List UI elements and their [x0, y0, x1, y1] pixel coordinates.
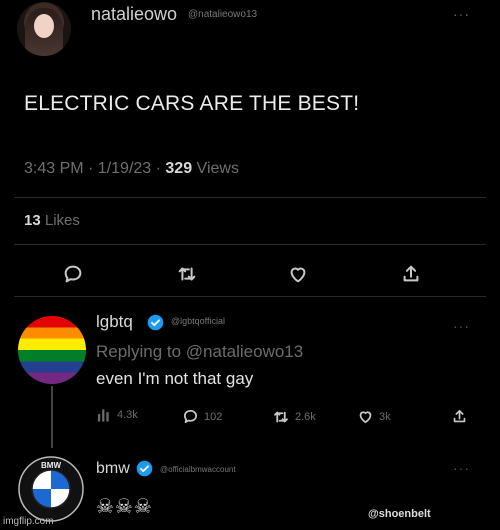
- views-stat[interactable]: 4.3k: [97, 408, 138, 422]
- reply-count: 102: [204, 410, 223, 423]
- views-label: Views: [192, 160, 239, 177]
- more-options-icon[interactable]: ···: [453, 318, 470, 334]
- username[interactable]: natalieowo: [91, 4, 177, 25]
- replying-to[interactable]: Replying to @natalieowo13: [96, 342, 303, 362]
- views-count: 4.3k: [117, 409, 138, 421]
- likes-label: Likes: [40, 212, 80, 229]
- reply-tweet[interactable]: lgbtq @lgbtqofficial ··· Replying to @na…: [0, 300, 500, 440]
- avatar[interactable]: [18, 316, 86, 384]
- retweet-count: 2.6k: [295, 411, 316, 423]
- avatar[interactable]: [17, 2, 71, 56]
- main-tweet: natalieowo @natalieowo13 ··· ELECTRIC CA…: [0, 0, 500, 298]
- more-options-icon[interactable]: ···: [453, 460, 470, 476]
- like-stat[interactable]: 3k: [357, 408, 391, 425]
- tweet-text: ELECTRIC CARS ARE THE BEST!: [24, 92, 360, 115]
- share-icon[interactable]: [398, 261, 424, 287]
- reply-text: ☠☠☠: [96, 496, 153, 518]
- like-icon[interactable]: [285, 261, 311, 287]
- reply-icon: [183, 409, 198, 424]
- views-count: 329: [165, 160, 193, 177]
- tweet-timestamp[interactable]: 3:43 PM · 1/19/23 ·: [24, 160, 165, 177]
- divider: [14, 244, 486, 245]
- like-count: 3k: [379, 410, 391, 423]
- username[interactable]: lgbtq: [96, 312, 133, 332]
- tweet-meta: 3:43 PM · 1/19/23 · 329 Views: [24, 160, 239, 178]
- likes-count: 13: [24, 212, 41, 229]
- likes-line[interactable]: 13 Likes: [24, 212, 80, 229]
- views-icon: [97, 409, 109, 422]
- verified-badge-icon: [136, 460, 153, 477]
- reply-text: even I'm not that gay: [96, 369, 254, 388]
- bmw-logo-avatar[interactable]: BMW: [18, 456, 84, 522]
- more-options-icon[interactable]: ···: [453, 6, 470, 22]
- retweet-icon[interactable]: [174, 261, 200, 287]
- username[interactable]: bmw: [96, 460, 130, 478]
- handle[interactable]: @officialbmwaccount: [160, 465, 236, 474]
- retweet-icon: [274, 411, 288, 423]
- tiktok-watermark: @shoenbelt: [368, 508, 431, 520]
- divider: [14, 296, 486, 297]
- reply-icon[interactable]: [60, 261, 86, 287]
- like-icon: [359, 411, 372, 424]
- share-stat[interactable]: [451, 408, 468, 425]
- bmw-logo-text: BMW: [41, 461, 61, 470]
- retweet-stat[interactable]: 2.6k: [272, 408, 316, 426]
- thread-line: [51, 386, 53, 448]
- reply-stat[interactable]: 102: [182, 408, 222, 425]
- divider: [14, 197, 486, 198]
- handle[interactable]: @lgbtqofficial: [171, 316, 225, 326]
- verified-badge-icon: [147, 314, 164, 331]
- imgflip-watermark: imgflip.com: [3, 516, 54, 527]
- handle[interactable]: @natalieowo13: [188, 9, 257, 20]
- share-icon: [453, 409, 466, 423]
- avatar-face: [34, 14, 54, 38]
